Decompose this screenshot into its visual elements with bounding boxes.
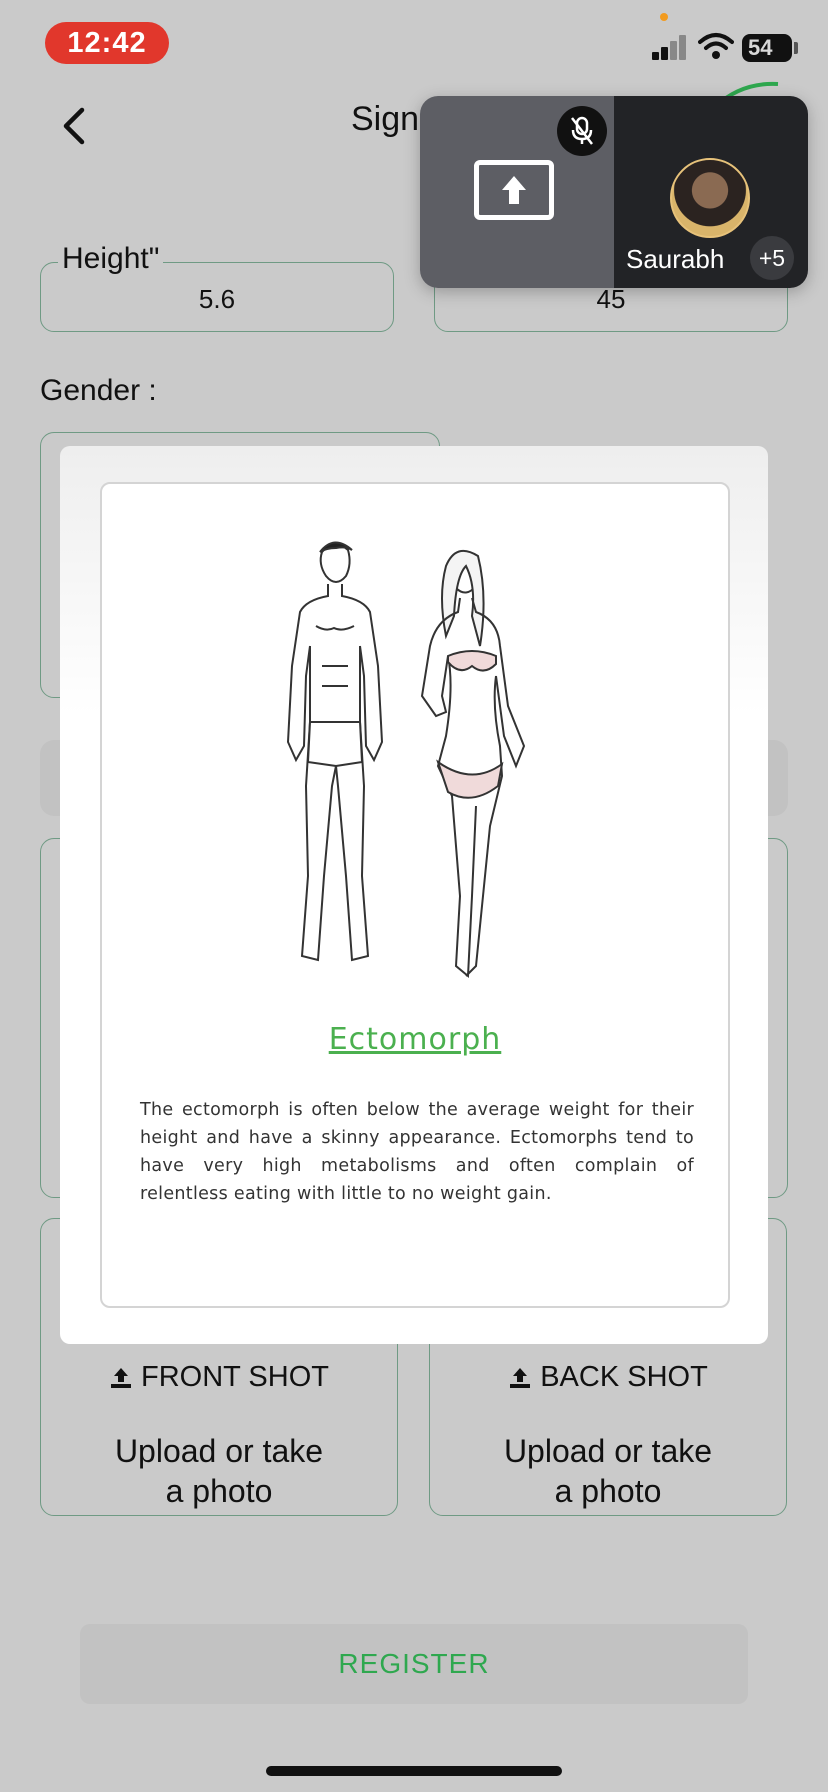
register-button[interactable]: REGISTER [80,1624,748,1704]
avatar [670,158,750,238]
height-value: 5.6 [198,284,236,314]
body-type-illustration [286,541,526,979]
back-shot-subtitle-2: a photo [554,1473,662,1509]
height-label: Height" [58,242,164,276]
participant-name: Saurabh [626,244,725,274]
body-type-card: Ectomorph The ectomorph is often below t… [100,482,730,1308]
mic-indicator-dot [660,13,668,21]
participant-count-badge[interactable]: +5 [750,236,794,280]
body-type-modal: Ectomorph The ectomorph is often below t… [60,446,768,1344]
battery-level: 54 [742,34,792,62]
weight-value: 45 [596,284,626,314]
front-shot-subtitle-1: Upload or take [114,1433,324,1469]
wifi-icon [698,33,734,59]
home-indicator[interactable] [266,1766,562,1776]
mic-muted-icon [557,106,607,156]
screen-share-tile[interactable] [420,96,614,288]
body-type-title: Ectomorph [328,1022,502,1057]
battery-tip [794,42,798,54]
upload-icon [111,1367,132,1388]
screen-share-icon[interactable] [474,160,554,220]
body-type-description: The ectomorph is often below the average… [140,1100,694,1204]
back-shot-title: BACK SHOT [540,1361,708,1393]
status-time: 12:42 [45,22,169,64]
video-call-overlay[interactable]: Saurabh +5 [420,96,808,288]
gender-label: Gender : [40,374,157,407]
front-shot-subtitle-2: a photo [165,1473,273,1509]
upload-icon [510,1367,531,1388]
back-shot-subtitle-1: Upload or take [503,1433,713,1469]
page-title: Sign [351,100,420,138]
cellular-signal-icon [652,34,688,60]
back-button[interactable] [56,104,96,148]
front-shot-title: FRONT SHOT [141,1361,329,1393]
